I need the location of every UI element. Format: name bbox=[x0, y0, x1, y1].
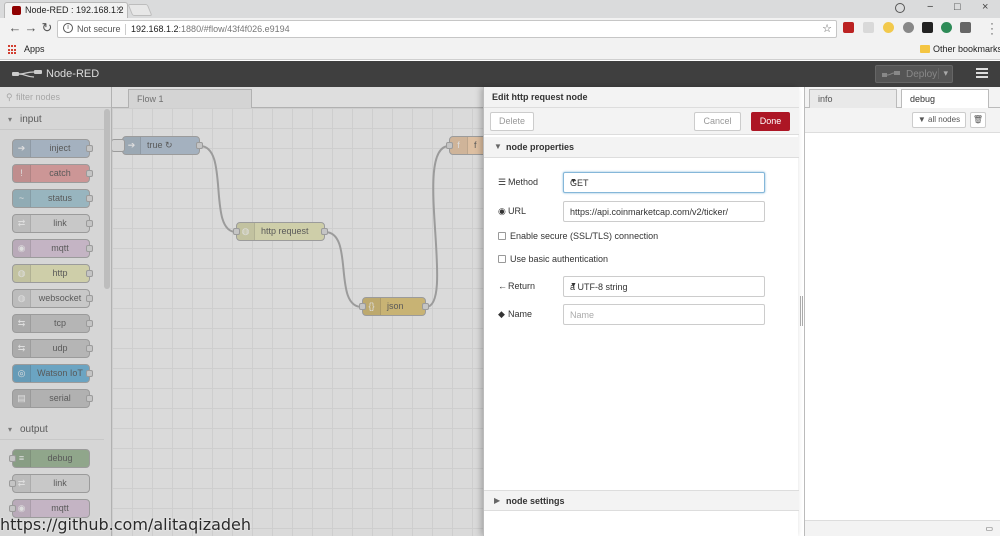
back-arrow-icon[interactable]: ← bbox=[8, 21, 22, 35]
url-path: :1880/#flow/43f4f026.e9194 bbox=[178, 24, 290, 34]
bookmarks-bar: Apps Other bookmarks bbox=[0, 40, 1000, 60]
filter-nodes-label: all nodes bbox=[928, 115, 961, 124]
trash-icon: 🗑 bbox=[972, 115, 984, 124]
url-label-text: URL bbox=[508, 206, 527, 216]
browser-tab[interactable]: Node-RED : 192.168.1.2 × bbox=[4, 2, 128, 18]
method-label: ☰ Method bbox=[498, 177, 538, 188]
edit-node-tray: Edit http request node Delete Cancel Don… bbox=[483, 87, 799, 536]
url-value: https://api.coinmarketcap.com/v2/ticker/ bbox=[570, 207, 729, 217]
browser-menu-icon[interactable]: · · · bbox=[990, 17, 994, 39]
bookmark-star-icon[interactable]: ☆ bbox=[822, 22, 832, 35]
node-red-logo-icon bbox=[12, 70, 42, 78]
url-host: 192.168.1.2 bbox=[131, 24, 179, 34]
url-input[interactable]: https://api.coinmarketcap.com/v2/ticker/ bbox=[563, 201, 765, 222]
list-icon: ☰ bbox=[498, 177, 507, 187]
tls-checkbox[interactable] bbox=[498, 232, 506, 240]
debug-toolbar: ▼ all nodes 🗑 bbox=[805, 108, 1000, 133]
deploy-icon bbox=[882, 71, 900, 77]
address-separator bbox=[125, 24, 126, 35]
extension-counter-icon[interactable] bbox=[922, 22, 933, 33]
address-bar[interactable]: i Not secure 192.168.1.2:1880/#flow/43f4… bbox=[57, 20, 837, 38]
reload-icon[interactable]: ↻ bbox=[40, 21, 54, 35]
filter-nodes-button[interactable]: ▼ all nodes bbox=[912, 112, 966, 128]
return-label-text: Return bbox=[508, 281, 536, 291]
deploy-button[interactable]: Deploy ▾ bbox=[875, 65, 953, 83]
minimize-button[interactable]: − bbox=[927, 1, 933, 13]
deploy-label: Deploy bbox=[906, 69, 938, 80]
tab-debug[interactable]: debug bbox=[901, 89, 989, 108]
tray-toolbar: Delete Cancel Done bbox=[484, 108, 799, 135]
tray-title: Edit http request node bbox=[492, 92, 588, 102]
apps-grid-icon[interactable] bbox=[8, 45, 18, 55]
modal-dim-overlay bbox=[0, 87, 483, 536]
name-label-text: Name bbox=[508, 309, 533, 319]
extension-icon[interactable] bbox=[941, 22, 952, 33]
delete-button[interactable]: Delete bbox=[490, 112, 534, 131]
new-tab-button[interactable] bbox=[127, 4, 153, 16]
main-menu-icon[interactable] bbox=[976, 68, 988, 78]
apps-bookmark[interactable]: Apps bbox=[24, 44, 45, 54]
address-url[interactable]: 192.168.1.2:1880/#flow/43f4f026.e9194 bbox=[131, 24, 290, 34]
name-placeholder: Name bbox=[570, 310, 595, 320]
basic-auth-label: Use basic authentication bbox=[510, 254, 609, 264]
extension-icon[interactable] bbox=[863, 22, 874, 33]
cancel-button[interactable]: Cancel bbox=[694, 112, 741, 131]
node-properties-label: node properties bbox=[506, 142, 575, 152]
browser-tabstrip: Node-RED : 192.168.1.2 × − □ × bbox=[0, 0, 1000, 18]
arrow-left-icon: ← bbox=[498, 281, 507, 291]
tab-info[interactable]: info bbox=[809, 89, 897, 108]
sidebar: info debug ▼ all nodes 🗑 ▭ bbox=[804, 87, 1000, 536]
url-label: ◉ URL bbox=[498, 206, 526, 217]
dropdown-arrow-icon: ▼ bbox=[570, 178, 577, 185]
clear-debug-button[interactable]: 🗑 bbox=[970, 112, 986, 128]
node-properties-header[interactable]: ▼ node properties bbox=[484, 137, 799, 158]
watermark-url: https://github.com/alitaqizadeh bbox=[0, 515, 252, 534]
tls-label: Enable secure (SSL/TLS) connection bbox=[510, 231, 659, 241]
extension-icon[interactable] bbox=[903, 22, 914, 33]
filter-icon: ▼ bbox=[917, 115, 929, 124]
browser-toolbar: ← → ↻ i Not secure 192.168.1.2:1880/#flo… bbox=[0, 17, 1000, 40]
deploy-dropdown-icon[interactable]: ▾ bbox=[938, 68, 948, 79]
node-red-header: Node-RED Deploy ▾ bbox=[0, 61, 1000, 87]
tray-header: Edit http request node bbox=[484, 87, 799, 108]
sidebar-tabs: info debug bbox=[805, 87, 1000, 108]
name-label: ◆ Name bbox=[498, 309, 532, 320]
tab-close-icon[interactable]: × bbox=[116, 4, 122, 15]
window-close-button[interactable]: × bbox=[982, 1, 988, 13]
extension-badge-icon[interactable] bbox=[883, 22, 894, 33]
extension-icon[interactable] bbox=[960, 22, 971, 33]
app-title: Node-RED bbox=[46, 68, 100, 80]
name-input[interactable]: Name bbox=[563, 304, 765, 325]
folder-icon bbox=[920, 45, 930, 53]
chevron-down-icon[interactable]: ▭ bbox=[985, 524, 993, 533]
globe-icon: ◉ bbox=[498, 206, 506, 216]
info-icon[interactable]: i bbox=[63, 23, 73, 33]
dropdown-arrow-icon: ▼ bbox=[570, 282, 577, 289]
return-label: ←Return bbox=[498, 281, 535, 291]
forward-arrow-icon[interactable]: → bbox=[24, 21, 38, 35]
sidebar-footer: ▭ bbox=[805, 520, 1000, 536]
tag-icon: ◆ bbox=[498, 309, 505, 319]
method-select[interactable]: GET ▼ bbox=[563, 172, 765, 193]
node-red-favicon-icon bbox=[12, 6, 21, 15]
profile-icon[interactable] bbox=[895, 3, 905, 13]
node-settings-header[interactable]: ▶ node settings bbox=[484, 490, 799, 511]
security-status[interactable]: Not secure bbox=[77, 24, 121, 34]
tab-debug-label: debug bbox=[910, 94, 936, 104]
browser-tab-title: Node-RED : 192.168.1.2 bbox=[25, 5, 124, 15]
node-settings-label: node settings bbox=[506, 496, 565, 506]
tab-info-label: info bbox=[818, 94, 833, 104]
done-button[interactable]: Done bbox=[751, 112, 790, 131]
basic-auth-checkbox[interactable] bbox=[498, 255, 506, 263]
chevron-down-icon: ▼ bbox=[494, 142, 502, 151]
pdf-extension-icon[interactable] bbox=[843, 22, 854, 33]
other-bookmarks[interactable]: Other bookmarks bbox=[933, 44, 1000, 54]
method-label-text: Method bbox=[508, 177, 539, 187]
tray-resize-handle[interactable] bbox=[800, 296, 803, 326]
return-select[interactable]: a UTF-8 string ▼ bbox=[563, 276, 765, 297]
chevron-right-icon: ▶ bbox=[494, 496, 501, 505]
maximize-button[interactable]: □ bbox=[954, 1, 961, 13]
